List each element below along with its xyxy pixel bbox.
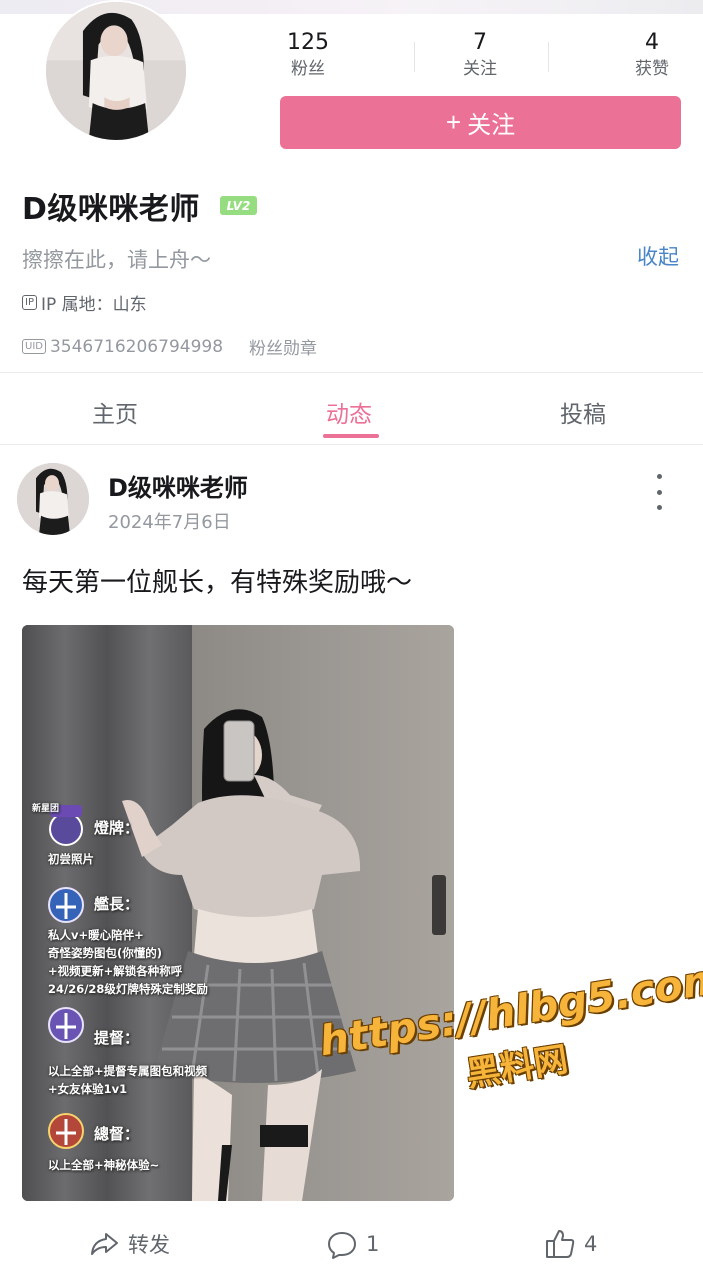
like-count: 4: [584, 1232, 598, 1256]
share-icon: [91, 1233, 118, 1255]
fan-medal-link[interactable]: 粉丝勋章: [249, 334, 317, 359]
tier-title-admiral: 提督：: [94, 1029, 140, 1047]
profile-avatar[interactable]: [44, 0, 188, 142]
post-actions: 转发 1 4: [0, 1222, 703, 1268]
stat-following[interactable]: 7 关注: [452, 30, 508, 80]
profile-username: D级咪咪老师: [22, 192, 200, 227]
image-badge-text: 新星团: [32, 804, 60, 814]
comment-count: 1: [366, 1232, 380, 1256]
post-text: 每天第一位舰长，有特殊奖励哦～: [22, 568, 413, 598]
tier-line: 24/26/28级灯牌特殊定制奖励: [48, 982, 208, 996]
more-options-icon[interactable]: [648, 474, 670, 510]
comment-button[interactable]: 1: [326, 1228, 379, 1260]
thumbs-up-icon: [546, 1230, 575, 1258]
tier-line: 私人v+暖心陪伴+: [48, 928, 144, 942]
tier-line: 奇怪姿势图包(你懂的): [48, 946, 163, 960]
tier-line: +视频更新+解锁各种称呼: [48, 964, 183, 978]
stat-divider: [414, 42, 415, 72]
tab-uploads[interactable]: 投稿: [560, 395, 606, 429]
repost-label: 转发: [128, 1233, 170, 1257]
tier-title-captain: 艦長：: [94, 895, 140, 913]
stat-likes[interactable]: 4 获赞: [624, 30, 680, 80]
post-date: 2024年7月6日: [108, 512, 231, 533]
repost-button[interactable]: 转发: [88, 1228, 170, 1260]
tier-line: 以上全部+提督专属图包和视频: [48, 1064, 208, 1078]
divider: [0, 444, 703, 445]
fans-label: 粉丝: [291, 59, 325, 79]
plus-icon: +: [445, 107, 462, 137]
tier-line: +女友体验1v1: [48, 1082, 128, 1096]
ip-icon: IP: [22, 295, 37, 310]
ip-location-row: IP IP 属地：山东: [22, 290, 147, 315]
tab-home[interactable]: 主页: [92, 395, 138, 429]
tier-line: 初尝照片: [48, 852, 94, 866]
following-count: 7: [473, 30, 487, 55]
follow-label: 关注: [467, 112, 516, 139]
following-label: 关注: [463, 59, 497, 79]
post-author-name[interactable]: D级咪咪老师: [108, 468, 248, 503]
collapse-link[interactable]: 收起: [637, 241, 679, 271]
likes-count: 4: [645, 30, 659, 55]
profile-stats: 125 粉丝 7 关注 4 获赞: [280, 30, 680, 84]
tier-title-light: 燈牌：: [94, 819, 140, 837]
level-badge: LV2: [220, 196, 257, 215]
active-tab-indicator: [323, 434, 379, 438]
follow-button[interactable]: + 关注: [280, 96, 681, 149]
tier-line: 以上全部+神秘体验~: [48, 1158, 160, 1172]
fans-count: 125: [287, 30, 329, 55]
likes-label: 获赞: [635, 59, 669, 79]
tier-title-governor: 總督：: [94, 1125, 140, 1143]
ip-location: IP 属地：山东: [40, 295, 147, 315]
uid-row: UID 3546716206794998 粉丝勋章: [22, 334, 317, 359]
post-author-avatar[interactable]: [17, 463, 89, 535]
stat-divider: [548, 42, 549, 72]
uid-icon: UID: [22, 339, 46, 354]
like-button[interactable]: 4: [544, 1228, 597, 1260]
uid-value: 3546716206794998: [49, 336, 224, 357]
profile-signature: 擦擦在此，请上舟～: [22, 248, 211, 272]
stat-fans[interactable]: 125 粉丝: [280, 30, 336, 80]
comment-icon: [328, 1232, 356, 1259]
tab-dynamics[interactable]: 动态: [326, 395, 372, 429]
